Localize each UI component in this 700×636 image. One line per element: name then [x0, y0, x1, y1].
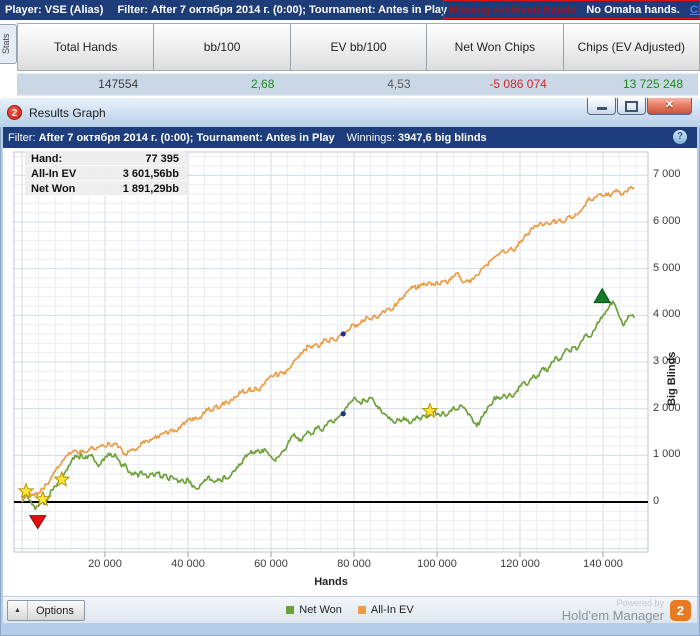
cursor-dot-icon — [340, 331, 346, 337]
stat-value-ev-bb100: 4,53 — [387, 77, 411, 91]
player-filter-bar: Player: VSE (Alias) Filter: After 7 октя… — [0, 0, 700, 20]
x-tick-label: 40 000 — [171, 558, 205, 570]
warning-text: Missing Archived Hands — [449, 3, 577, 16]
no-omaha-text: No Omaha hands. — [586, 3, 680, 16]
stat-value-bb100: 2,68 — [251, 77, 275, 91]
y-axis-label: Big Blinds — [666, 351, 678, 406]
legend-item-all-in-ev: All-In EV — [357, 604, 414, 616]
top-filter-value: After 7 октября 2014 г. (0:00); Tourname… — [151, 4, 448, 16]
graph-filter-bar: Filter: After 7 октября 2014 г. (0:00); … — [3, 127, 697, 148]
hand-info-row: Hand: 77 395 — [25, 151, 187, 166]
net-won-value: 1 891,29bb — [122, 183, 179, 195]
y-tick-label: 6 000 — [653, 214, 681, 227]
click-here-link[interactable]: Click here — [690, 4, 699, 16]
stat-header-net-won-chips[interactable]: Net Won Chips — [427, 24, 564, 70]
stat-value-net-won-chips: -5 086 074 — [489, 77, 547, 91]
window-title: Results Graph — [29, 105, 106, 120]
top-filter-label: Filter: — [117, 4, 149, 16]
help-icon[interactable]: ? — [673, 130, 687, 144]
window-buttons: ✕ — [587, 98, 692, 115]
green-triangle-up-icon — [593, 287, 612, 304]
legend-all-in-ev-label: All-In EV — [370, 604, 414, 616]
allin-ev-row: All-In EV 3 601,56bb — [25, 166, 187, 181]
hand-info-box: Hand: 77 395 All-In EV 3 601,56bb Net Wo… — [25, 151, 187, 196]
stat-header-ev-bb100[interactable]: EV bb/100 — [290, 24, 428, 70]
graph-filter-label: Filter: — [8, 131, 36, 144]
x-tick-label: 20 000 — [88, 558, 122, 570]
powered-by-text: Powered by — [616, 598, 664, 608]
y-tick-label: 7 000 — [653, 168, 681, 181]
x-tick-label: 140 000 — [583, 558, 623, 570]
graph-panel: Hand: 77 395 All-In EV 3 601,56bb Net Wo… — [3, 148, 697, 596]
net-won-swatch-icon — [286, 606, 295, 614]
brand-text: Hold'em Manager — [561, 608, 664, 623]
y-tick-label: 1 000 — [653, 448, 681, 461]
net-won-label: Net Won — [31, 183, 76, 195]
winnings-value: 3947,6 big blinds — [398, 131, 487, 144]
x-tick-label: 120 000 — [500, 558, 540, 570]
allin-ev-value: 3 601,56bb — [122, 168, 179, 180]
graph-footer-bar: ▲ Options Net Won All-In EV Powered by H… — [3, 596, 697, 623]
stat-value-chips-ev-adjusted: 13 725 248 — [622, 77, 684, 91]
all-in-ev-swatch-icon — [357, 606, 366, 614]
y-tick-label: 5 000 — [653, 261, 681, 274]
red-triangle-down-icon — [28, 515, 47, 530]
hm2-results-screen: Player: VSE (Alias) Filter: After 7 октя… — [0, 0, 700, 636]
powered-by-block: Powered by Hold'em Manager — [562, 598, 664, 623]
x-axis-label: Hands — [314, 576, 348, 588]
graph-filter-value: After 7 октября 2014 г. (0:00); Tourname… — [38, 131, 335, 144]
hm2-logo-icon: 2 — [7, 105, 22, 120]
stat-header-bb100[interactable]: bb/100 — [154, 24, 291, 70]
stat-header-chips-ev-adjusted[interactable]: Chips (EV Adjusted) — [563, 24, 700, 70]
stats-header-row: Total Hands bb/100 EV bb/100 Net Won Chi… — [17, 23, 700, 71]
legend-net-won-label: Net Won — [299, 604, 342, 616]
hand-label: Hand: — [31, 153, 63, 165]
net-won-row: Net Won 1 891,29bb — [25, 181, 187, 196]
window-titlebar[interactable]: 2 Results Graph ✕ — [0, 98, 700, 127]
minimize-button[interactable] — [587, 98, 616, 115]
player-value: VSE (Alias) — [44, 4, 104, 16]
player-label: Player: — [5, 4, 42, 16]
stat-value-total-hands: 147554 — [98, 77, 139, 91]
x-tick-label: 80 000 — [337, 558, 371, 570]
results-chart — [13, 151, 649, 557]
x-tick-label: 60 000 — [254, 558, 288, 570]
results-graph-window: 2 Results Graph ✕ Filter: After 7 октябр… — [0, 98, 700, 636]
warning-box: Missing Archived Hands No Omaha hands. C… — [443, 0, 700, 19]
y-tick-label: 0 — [653, 495, 660, 507]
hm2-brand-logo-icon: 2 — [670, 600, 691, 621]
stat-header-total-hands[interactable]: Total Hands — [18, 24, 155, 70]
hand-value: 77 395 — [145, 153, 179, 165]
close-button[interactable]: ✕ — [647, 98, 692, 115]
x-tick-label: 100 000 — [417, 558, 457, 570]
maximize-button[interactable] — [617, 98, 646, 115]
legend-item-net-won: Net Won — [286, 604, 342, 616]
stats-tab[interactable]: Stats — [0, 24, 17, 64]
winnings-label: Winnings: — [346, 131, 395, 144]
allin-ev-label: All-In EV — [31, 168, 77, 180]
cursor-dot-icon — [340, 411, 346, 417]
stats-values-row: 147554 2,68 4,53 -5 086 074 13 725 248 — [17, 73, 698, 96]
